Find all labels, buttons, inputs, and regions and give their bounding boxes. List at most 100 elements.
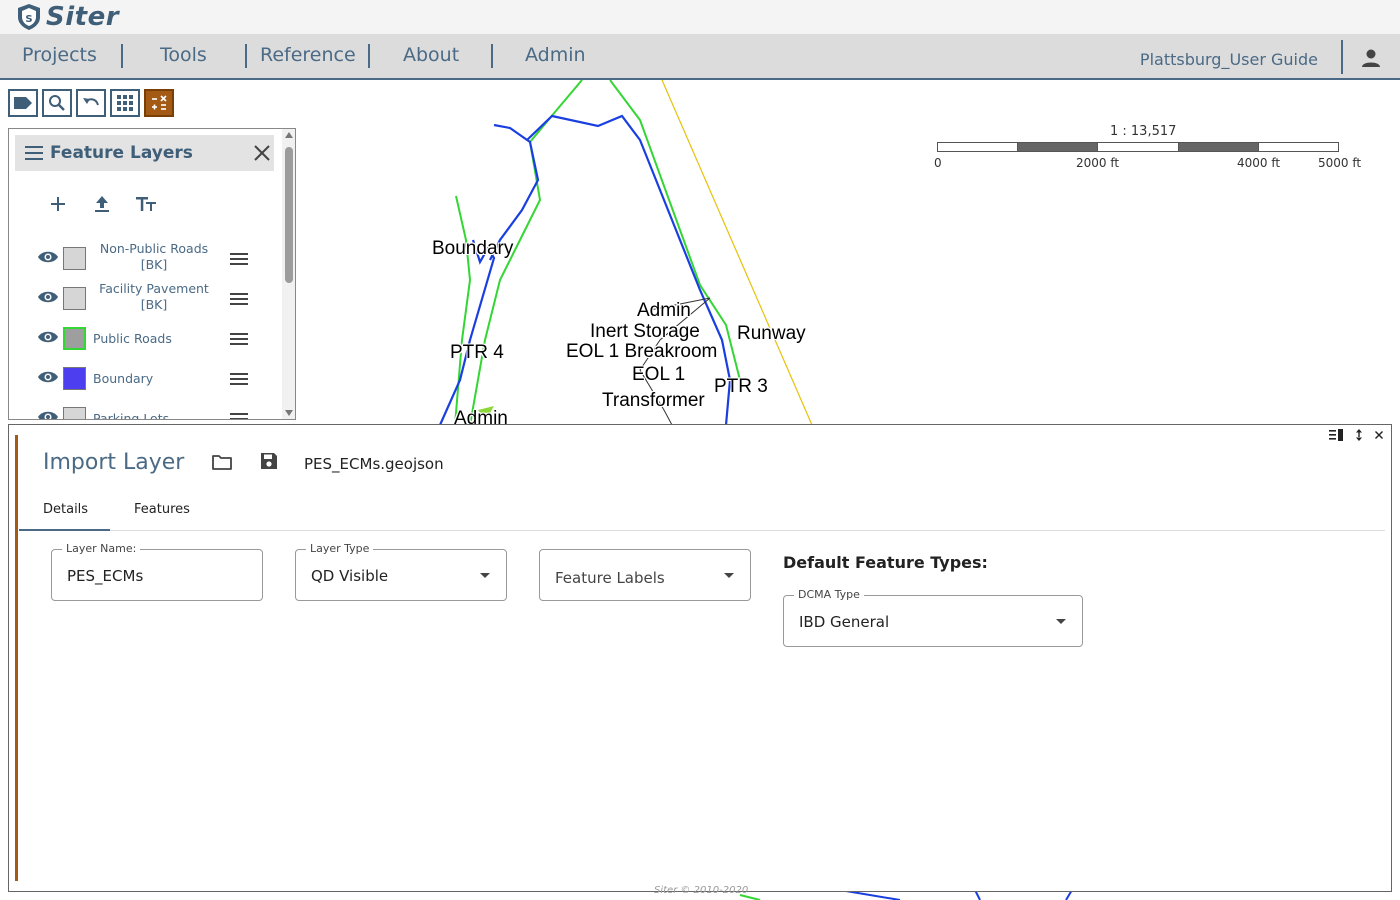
scrollbar-thumb[interactable] xyxy=(285,147,293,283)
map-label: Runway xyxy=(737,323,806,344)
user-account-icon[interactable] xyxy=(1360,47,1382,69)
layer-row-non-public-roads[interactable]: Non-Public Roads [BK] xyxy=(33,241,265,277)
nav-projects[interactable]: Projects xyxy=(22,44,97,66)
dock-side-icon[interactable] xyxy=(1329,429,1343,444)
upload-icon xyxy=(95,196,109,212)
dialog-accent-bar xyxy=(15,435,18,881)
layer-row-facility-pavement[interactable]: Facility Pavement [BK] xyxy=(33,281,265,317)
scale-ratio: 1 : 13,517 xyxy=(1110,124,1177,139)
layer-name: Facility Pavement [BK] xyxy=(99,281,209,312)
nav-divider xyxy=(245,44,247,68)
svg-text:S: S xyxy=(25,14,32,25)
dialog-tabs: Details Features xyxy=(19,493,1385,531)
dcma-type-value: IBD General xyxy=(799,613,890,631)
plus-icon xyxy=(51,197,65,211)
label-tool-button[interactable] xyxy=(8,89,38,117)
visibility-eye-icon[interactable] xyxy=(37,329,59,345)
map-label: PTR 3 xyxy=(714,376,768,397)
nav-divider xyxy=(491,44,493,68)
menu-icon[interactable] xyxy=(25,145,43,161)
visibility-eye-icon[interactable] xyxy=(37,369,59,385)
nav-divider xyxy=(1341,40,1343,74)
drag-handle-icon[interactable] xyxy=(229,411,249,420)
map-label: EOL 1 Breakroom xyxy=(566,341,718,362)
grid-icon xyxy=(117,95,133,111)
import-filename: PES_ECMs.geojson xyxy=(304,455,444,473)
map-label: Boundary xyxy=(432,238,514,259)
map-label: PTR 4 xyxy=(450,342,504,363)
undo-icon xyxy=(83,98,99,106)
tab-features[interactable]: Features xyxy=(134,502,190,517)
layer-name: Non-Public Roads [BK] xyxy=(99,241,209,272)
field-label: Layer Type xyxy=(306,542,374,555)
visibility-eye-icon[interactable] xyxy=(37,409,59,420)
layer-type-value: QD Visible xyxy=(311,567,389,585)
footer-copyright: Siter © 2010-2020 xyxy=(654,885,749,896)
save-icon[interactable] xyxy=(259,451,279,471)
drag-handle-icon[interactable] xyxy=(229,331,249,347)
map-label: Admin xyxy=(637,300,691,321)
dropdown-arrow-icon[interactable] xyxy=(1056,619,1066,624)
close-icon[interactable] xyxy=(253,144,271,162)
layer-name: Boundary xyxy=(93,371,154,386)
scroll-down-icon[interactable] xyxy=(285,410,293,416)
layer-row-public-roads[interactable]: Public Roads xyxy=(33,321,265,357)
dropdown-arrow-icon[interactable] xyxy=(480,573,490,578)
scroll-up-icon[interactable] xyxy=(285,132,293,138)
project-name[interactable]: Plattsburg_User Guide xyxy=(1140,50,1318,69)
layer-name: Parking Lots xyxy=(93,411,170,420)
layer-color-swatch[interactable] xyxy=(63,407,86,419)
brand-bar: S Siter xyxy=(0,0,1400,34)
layer-name-value[interactable]: PES_ECMs xyxy=(67,567,143,585)
feature-layers-panel: Feature Layers Non-Public Roads [BK] Fac… xyxy=(8,128,296,420)
scale-bar xyxy=(937,142,1339,152)
nav-about[interactable]: About xyxy=(403,44,459,66)
open-folder-icon[interactable] xyxy=(211,452,233,472)
feature-labels-select[interactable]: Feature Labels xyxy=(539,549,751,601)
brand-name[interactable]: Siter xyxy=(46,2,119,32)
layers-panel-title: Feature Layers xyxy=(50,143,193,163)
shield-logo-icon: S xyxy=(18,4,40,30)
layer-row-boundary[interactable]: Boundary xyxy=(33,361,265,397)
visibility-eye-icon[interactable] xyxy=(37,289,59,305)
layer-color-swatch[interactable] xyxy=(63,367,86,390)
nav-admin[interactable]: Admin xyxy=(525,44,586,66)
dropdown-arrow-icon[interactable] xyxy=(724,573,734,578)
layer-name-field[interactable]: Layer Name: PES_ECMs xyxy=(51,542,263,601)
search-tool-button[interactable] xyxy=(42,89,72,117)
drag-handle-icon[interactable] xyxy=(229,251,249,267)
layer-color-swatch[interactable] xyxy=(63,247,86,270)
layers-scrollbar[interactable] xyxy=(282,129,295,419)
drag-handle-icon[interactable] xyxy=(229,371,249,387)
main-nav: Projects Tools Reference About Admin Pla… xyxy=(0,34,1400,80)
scale-tick: 2000 ft xyxy=(1076,156,1120,170)
tab-details[interactable]: Details xyxy=(43,502,88,517)
map-label: EOL 1 xyxy=(632,364,686,385)
dialog-close-icon[interactable] xyxy=(1374,428,1384,442)
upload-layer-button[interactable] xyxy=(91,193,113,215)
nav-tools[interactable]: Tools xyxy=(160,44,207,66)
dialog-title: Import Layer xyxy=(43,450,185,475)
dcma-type-select[interactable]: DCMA Type IBD General xyxy=(783,588,1083,647)
feature-labels-placeholder: Feature Labels xyxy=(555,569,665,587)
layer-color-swatch[interactable] xyxy=(63,287,86,310)
grid-tool-button[interactable] xyxy=(110,89,140,117)
resize-vertical-icon[interactable] xyxy=(1355,429,1363,444)
nav-divider xyxy=(368,44,370,68)
text-size-button[interactable] xyxy=(135,193,157,215)
layers-actions xyxy=(47,193,157,215)
scale-tick: 5000 ft xyxy=(1318,156,1362,170)
scale-tick: 0 xyxy=(934,156,942,170)
nav-reference[interactable]: Reference xyxy=(260,44,356,66)
calculator-tool-button[interactable] xyxy=(144,89,174,117)
search-icon xyxy=(49,95,65,111)
layer-type-select[interactable]: Layer Type QD Visible xyxy=(295,542,507,601)
layer-color-swatch[interactable] xyxy=(63,327,86,350)
layer-row-parking-lots[interactable]: Parking Lots xyxy=(33,401,265,420)
map-label: Inert Storage xyxy=(590,321,700,342)
drag-handle-icon[interactable] xyxy=(229,291,249,307)
add-layer-button[interactable] xyxy=(47,193,69,215)
visibility-eye-icon[interactable] xyxy=(37,249,59,265)
active-tab-indicator xyxy=(19,529,110,531)
undo-tool-button[interactable] xyxy=(76,89,106,117)
